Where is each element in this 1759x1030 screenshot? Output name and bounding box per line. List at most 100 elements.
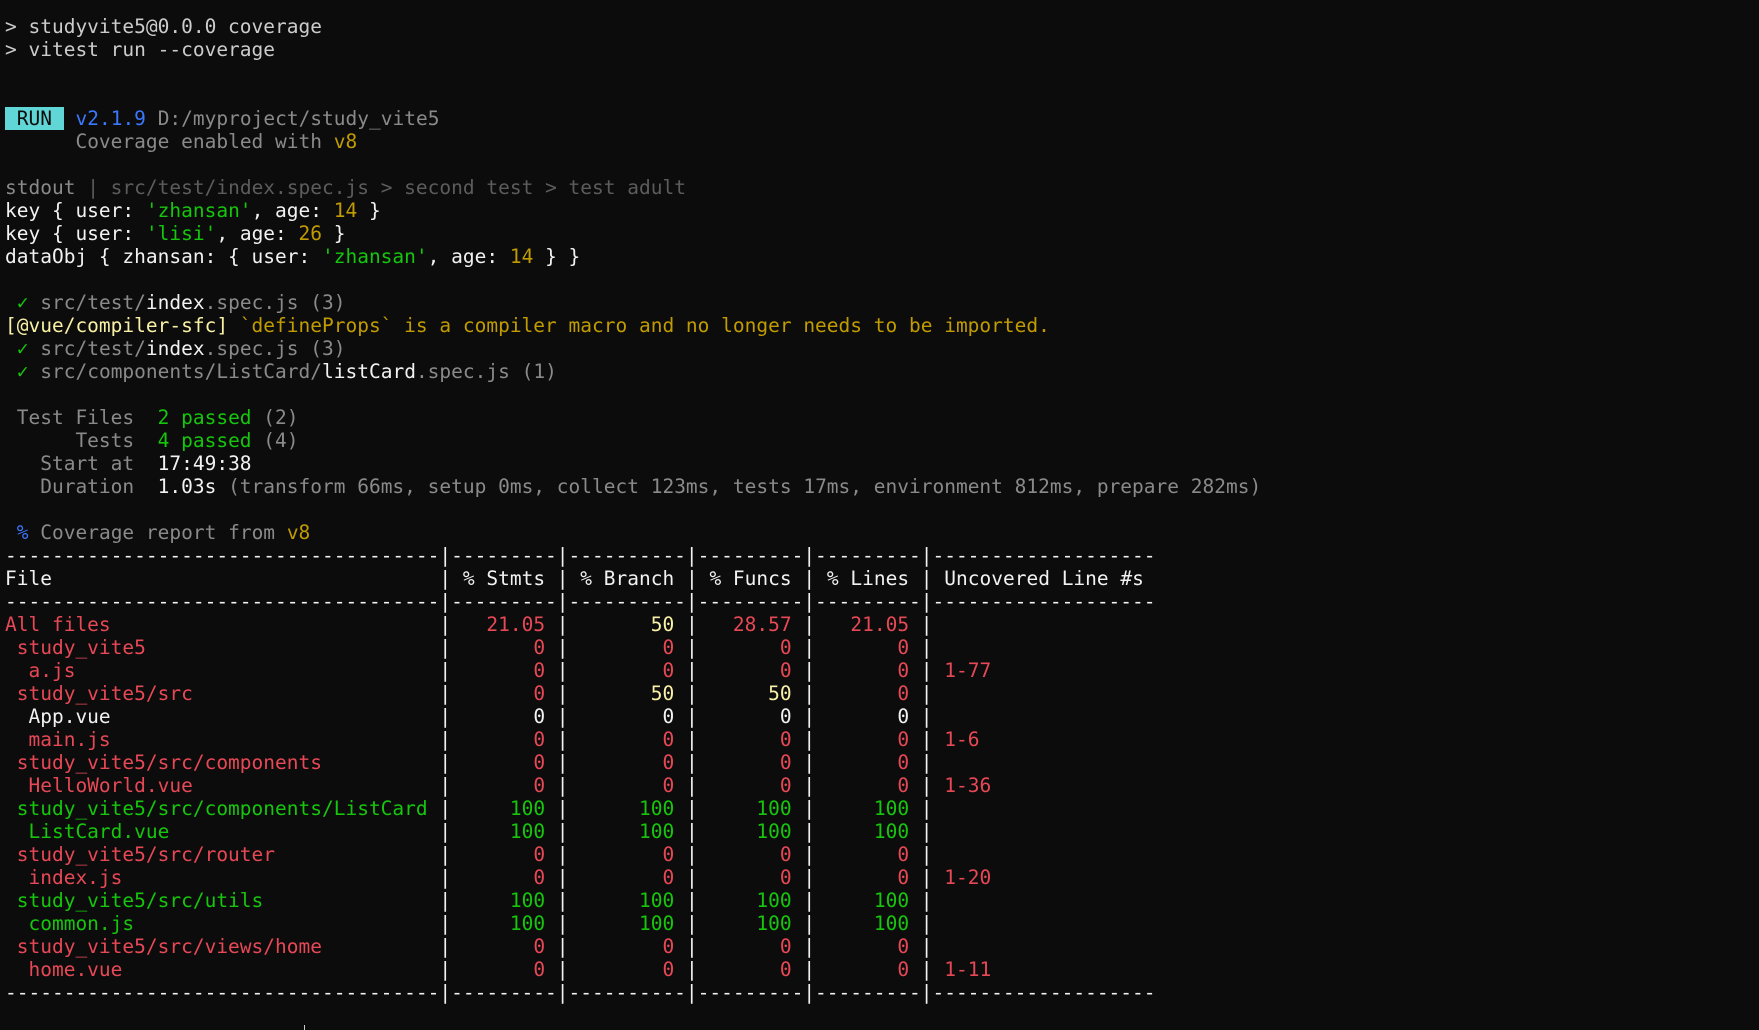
row-uncovered: 1-6	[944, 728, 980, 751]
column-divider: |	[674, 636, 710, 659]
table-row: App.vue | 0 | 0 | 0 | 0 |	[5, 705, 1759, 728]
column-divider: |	[439, 866, 463, 889]
column-divider: |	[909, 774, 945, 797]
column-divider: |	[674, 682, 710, 705]
column-divider: |	[791, 613, 827, 636]
column-divider: |	[545, 797, 581, 820]
project-path: D:/myproject/study_vite5	[157, 107, 440, 130]
check-icon: ✓	[16, 360, 29, 383]
row-funcs: 0	[709, 935, 792, 958]
column-divider: |	[674, 866, 710, 889]
warning-line: [@vue/compiler-sfc] `defineProps` is a c…	[5, 314, 1050, 337]
row-funcs: 100	[709, 820, 792, 843]
column-divider: |	[674, 659, 710, 682]
row-stmts: 0	[462, 843, 546, 866]
column-divider: |	[791, 682, 827, 705]
row-stmts: 100	[462, 820, 546, 843]
row-funcs: 0	[709, 636, 792, 659]
text-cursor	[304, 1025, 305, 1030]
column-divider: |	[791, 935, 827, 958]
column-divider: |	[545, 935, 581, 958]
column-divider: |	[439, 889, 463, 912]
row-lines: 0	[826, 705, 910, 728]
row-file: ListCard.vue	[5, 820, 440, 843]
row-branch: 0	[580, 843, 675, 866]
table-row: study_vite5 | 0 | 0 | 0 | 0 |	[5, 636, 1759, 659]
column-divider: |	[439, 797, 463, 820]
row-funcs: 100	[709, 797, 792, 820]
column-divider: |	[439, 659, 463, 682]
row-stmts: 0	[462, 636, 546, 659]
row-branch: 50	[580, 613, 675, 636]
summary-start-at: Start at 17:49:38	[5, 452, 252, 475]
column-divider: |	[909, 636, 945, 659]
column-divider: |	[439, 567, 463, 590]
table-row: HelloWorld.vue | 0 | 0 | 0 | 0 | 1-36	[5, 774, 1759, 797]
log-key-1: key { user: 'zhansan', age: 14 }	[5, 199, 381, 222]
column-divider: |	[439, 935, 463, 958]
row-branch: 0	[580, 636, 675, 659]
row-lines: 100	[826, 820, 910, 843]
row-branch: 50	[580, 682, 675, 705]
row-file: App.vue	[5, 705, 440, 728]
summary-tests: Tests 4 passed (4)	[5, 429, 299, 452]
column-divider: |	[439, 682, 463, 705]
row-stmts: 100	[462, 797, 546, 820]
column-divider: |	[545, 843, 581, 866]
column-divider: |	[791, 728, 827, 751]
column-divider: |	[439, 613, 463, 636]
row-stmts: 0	[462, 935, 546, 958]
column-divider: |	[545, 820, 581, 843]
coverage-enabled-line: Coverage enabled with v8	[75, 130, 358, 153]
row-stmts: 0	[462, 705, 546, 728]
column-divider: |	[674, 728, 710, 751]
row-file: study_vite5/src	[5, 682, 440, 705]
column-divider: |	[909, 728, 945, 751]
column-divider: |	[439, 705, 463, 728]
percent-icon: %	[16, 521, 29, 544]
column-divider: |	[545, 889, 581, 912]
run-badge: RUN	[5, 107, 64, 130]
terminal-output[interactable]: > studyvite5@0.0.0 coverage > vitest run…	[5, 15, 1759, 1027]
column-divider: |	[909, 889, 945, 912]
column-divider: |	[909, 958, 945, 981]
column-divider: |	[674, 751, 710, 774]
row-lines: 0	[826, 958, 910, 981]
row-branch: 100	[580, 820, 675, 843]
vitest-version: v2.1.9	[75, 107, 146, 130]
row-branch: 100	[580, 889, 675, 912]
column-divider: |	[439, 751, 463, 774]
column-divider: |	[909, 843, 945, 866]
row-file: study_vite5/src/components/ListCard	[5, 797, 440, 820]
row-lines: 0	[826, 843, 910, 866]
row-funcs: 100	[709, 912, 792, 935]
row-lines: 0	[826, 751, 910, 774]
column-divider: |	[439, 820, 463, 843]
row-branch: 100	[580, 797, 675, 820]
column-divider: |	[545, 751, 581, 774]
table-row: index.js | 0 | 0 | 0 | 0 | 1-20	[5, 866, 1759, 889]
column-divider: |	[674, 935, 710, 958]
test-file-result: ✓ src/test/index.spec.js (3)	[16, 291, 346, 314]
summary-test-files: Test Files 2 passed (2)	[5, 406, 299, 429]
row-funcs: 0	[709, 728, 792, 751]
row-stmts: 0	[462, 958, 546, 981]
row-funcs: 0	[709, 705, 792, 728]
header-uncovered: Uncovered Line #s	[944, 567, 1156, 590]
column-divider: |	[545, 728, 581, 751]
column-divider: |	[909, 682, 945, 705]
column-divider: |	[791, 843, 827, 866]
table-row: common.js | 100 | 100 | 100 | 100 |	[5, 912, 1759, 935]
header-lines: % Lines	[826, 567, 910, 590]
check-icon: ✓	[16, 337, 29, 360]
row-lines: 0	[826, 935, 910, 958]
row-funcs: 0	[709, 774, 792, 797]
row-branch: 0	[580, 705, 675, 728]
column-divider: |	[791, 797, 827, 820]
column-divider: |	[674, 567, 710, 590]
command-line-1: > studyvite5@0.0.0 coverage	[5, 15, 322, 38]
summary-duration: Duration 1.03s (transform 66ms, setup 0m…	[5, 475, 1262, 498]
column-divider: |	[909, 613, 945, 636]
row-stmts: 0	[462, 659, 546, 682]
row-stmts: 0	[462, 774, 546, 797]
